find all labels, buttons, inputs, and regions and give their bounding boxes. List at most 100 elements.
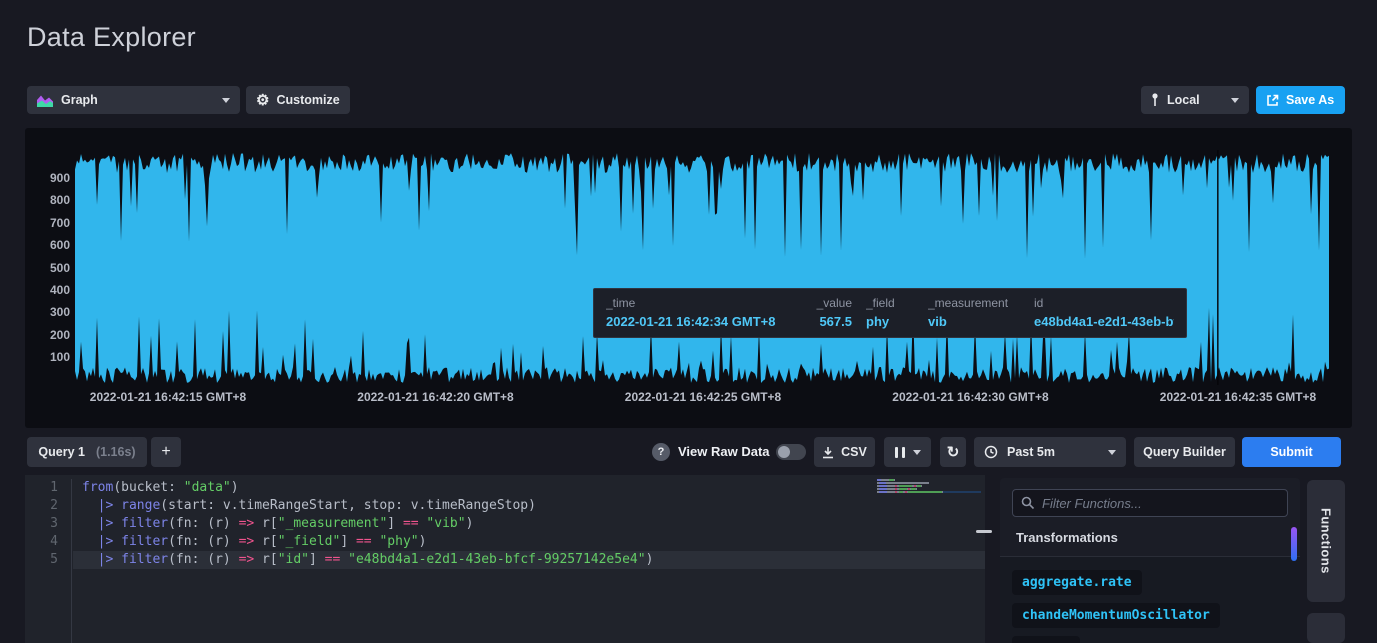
function-item-clipped[interactable] xyxy=(1012,636,1080,643)
filter-functions-search[interactable] xyxy=(1012,489,1288,517)
code-token: "_measurement" xyxy=(278,516,388,531)
tooltip-column: ide48bd4a1-e2d1-43eb-bfcf-992… xyxy=(1034,296,1174,337)
code-token: r[ xyxy=(254,516,277,531)
side-tab-functions[interactable]: Functions xyxy=(1307,480,1345,602)
code-line: |> range(start: v.timeRangeStart, stop: … xyxy=(82,497,653,515)
code-token: == xyxy=(356,534,372,549)
code-token: == xyxy=(403,516,419,531)
y-tick-label: 200 xyxy=(25,327,70,343)
local-dropdown[interactable]: Local xyxy=(1141,86,1249,114)
side-tab-clipped[interactable] xyxy=(1307,613,1345,643)
tooltip-header: _time xyxy=(606,296,790,310)
code-token: "phy" xyxy=(379,534,418,549)
y-tick-label: 900 xyxy=(25,170,70,186)
minimap-token xyxy=(916,488,917,490)
time-range-dropdown[interactable]: Past 5m xyxy=(974,437,1126,467)
query-builder-button[interactable]: Query Builder xyxy=(1134,437,1235,467)
side-tab-functions-label: Functions xyxy=(1319,508,1334,574)
code-token: |> filter xyxy=(98,552,168,567)
submit-label: Submit xyxy=(1270,445,1312,459)
code-token xyxy=(82,498,98,513)
view-raw-data-toggle[interactable] xyxy=(776,444,806,460)
code-line: |> filter(fn: (r) => r["_field"] == "phy… xyxy=(82,533,653,551)
x-tick-label: 2022-01-21 16:42:15 GMT+8 xyxy=(90,390,246,404)
y-tick-label: 700 xyxy=(25,215,70,231)
line-number: 3 xyxy=(25,515,71,533)
x-tick-label: 2022-01-21 16:42:35 GMT+8 xyxy=(1160,390,1316,404)
minimap-line xyxy=(877,479,981,481)
view-type-dropdown[interactable]: Graph xyxy=(27,86,240,114)
x-tick-label: 2022-01-21 16:42:30 GMT+8 xyxy=(892,390,1048,404)
tooltip-value: 2022-01-21 16:42:34 GMT+8 xyxy=(606,314,790,329)
time-range-label: Past 5m xyxy=(1007,445,1055,459)
minimap-token xyxy=(942,491,943,493)
code-token: from xyxy=(82,480,113,495)
tooltip-header: id xyxy=(1034,296,1174,310)
code-line: from(bucket: "data") xyxy=(82,479,653,497)
add-query-button[interactable]: + xyxy=(151,437,181,467)
scrollbar-thumb[interactable] xyxy=(1291,527,1297,561)
tooltip-column: _measurementvib xyxy=(928,296,1034,337)
timeseries-plot[interactable] xyxy=(75,150,1330,385)
minimap-line xyxy=(877,488,981,490)
code-token xyxy=(340,552,348,567)
clock-icon xyxy=(984,445,998,459)
pause-icon xyxy=(902,447,905,458)
flux-script-editor[interactable]: 12345 from(bucket: "data") |> range(star… xyxy=(25,475,985,643)
y-tick-label: 600 xyxy=(25,237,70,253)
code-line: |> filter(fn: (r) => r["id"] == "e48bd4a… xyxy=(82,551,653,569)
function-item[interactable]: chandeMomentumOscillator xyxy=(1012,603,1220,628)
area-chart-icon xyxy=(37,94,53,107)
query-tab[interactable]: Query 1 (1.16s) xyxy=(27,437,147,467)
customize-button[interactable]: ⚙ Customize xyxy=(246,86,350,114)
submit-button[interactable]: Submit xyxy=(1242,437,1341,467)
tooltip-column: _fieldphy xyxy=(866,296,916,337)
line-number: 1 xyxy=(25,479,71,497)
y-tick-label: 100 xyxy=(25,349,70,365)
chevron-down-icon xyxy=(222,98,230,103)
function-item[interactable]: aggregate.rate xyxy=(1012,570,1142,595)
pause-button[interactable] xyxy=(884,437,931,467)
csv-download-button[interactable]: CSV xyxy=(814,437,875,467)
page-title: Data Explorer xyxy=(27,22,196,53)
y-tick-label: 800 xyxy=(25,192,70,208)
code-token: ) xyxy=(466,516,474,531)
minimap-token xyxy=(887,485,895,487)
search-input[interactable] xyxy=(1042,496,1279,511)
panel-resize-handle[interactable] xyxy=(976,530,992,533)
minimap-token xyxy=(881,479,889,481)
hover-crosshair xyxy=(1217,150,1219,385)
y-tick-label: 300 xyxy=(25,304,70,320)
code-token: |> filter xyxy=(98,516,168,531)
minimap-token xyxy=(879,488,887,490)
toggle-knob xyxy=(778,446,790,458)
query-builder-label: Query Builder xyxy=(1143,445,1226,459)
code-token: => xyxy=(239,516,255,531)
chevron-down-icon xyxy=(913,450,921,455)
code-token: "vib" xyxy=(426,516,465,531)
hover-tooltip: _time 2022-01-21 16:42:34 GMT+8_value567.… xyxy=(593,288,1187,338)
export-icon xyxy=(1266,94,1279,107)
pin-icon xyxy=(1151,93,1159,107)
code-token: => xyxy=(239,534,255,549)
view-raw-data-label: View Raw Data xyxy=(678,437,770,467)
y-tick-label: 500 xyxy=(25,260,70,276)
minimap-line xyxy=(877,482,981,484)
help-icon[interactable]: ? xyxy=(652,443,670,461)
editor-minimap[interactable] xyxy=(877,479,981,494)
code-token: (start: v.timeRangeStart, stop: v.timeRa… xyxy=(160,498,536,513)
functions-panel: Transformations aggregate.ratechandeMome… xyxy=(1000,478,1300,643)
code-token: r[ xyxy=(254,552,277,567)
code-token: ] xyxy=(340,534,356,549)
save-as-button[interactable]: Save As xyxy=(1256,86,1345,114)
minimap-token xyxy=(887,491,895,493)
code-token xyxy=(82,516,98,531)
tooltip-column: _value567.5 xyxy=(790,296,852,337)
refresh-button[interactable]: ↻ xyxy=(940,437,966,467)
minimap-line xyxy=(877,485,981,487)
save-as-label: Save As xyxy=(1286,93,1334,107)
gear-icon: ⚙ xyxy=(256,93,269,108)
code-token: ) xyxy=(231,480,239,495)
code-token: ] xyxy=(387,516,403,531)
signal-area xyxy=(75,153,1329,383)
